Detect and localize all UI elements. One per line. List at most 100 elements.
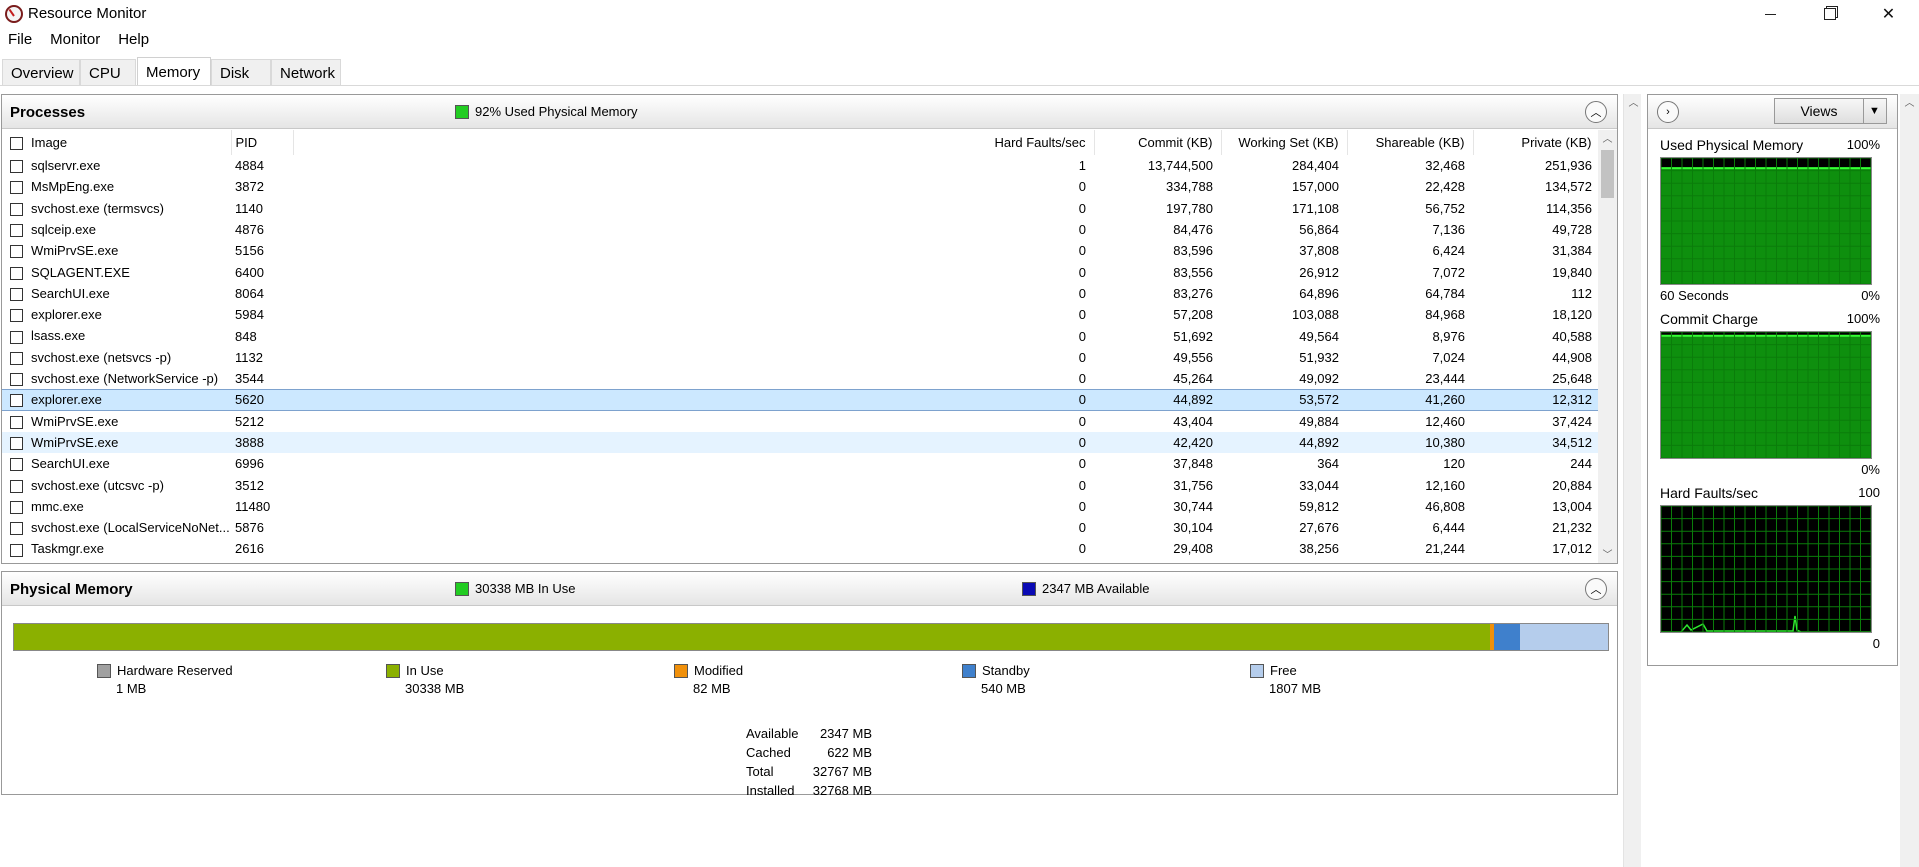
tab-memory[interactable]: Memory <box>137 57 211 85</box>
graphs-scroll-up-icon[interactable]: ︿ <box>1900 94 1919 111</box>
table-row[interactable]: svchost.exe (termsvcs) 1140 0 197,780 171,10… <box>2 198 1600 219</box>
restore-button[interactable] <box>1800 0 1859 28</box>
row-checkbox[interactable] <box>10 245 23 259</box>
tab-cpu[interactable]: CPU <box>80 59 136 85</box>
cell-image: sqlservr.exe <box>2 155 231 176</box>
table-row[interactable]: WmiPrvSE.exe 5212 0 43,404 49,884 12,460 37,42… <box>2 411 1600 432</box>
cell-image: Taskmgr.exe <box>2 538 231 559</box>
menu-file[interactable]: File <box>0 29 41 51</box>
row-checkbox[interactable] <box>10 181 23 195</box>
table-row[interactable]: MsMpEng.exe 3872 0 334,788 157,000 22,428 134,… <box>2 176 1600 197</box>
cell-pid: 3544 <box>235 370 264 386</box>
table-row[interactable]: svchost.exe (NetworkService -p) 3544 0 45,2… <box>2 368 1600 389</box>
table-row[interactable]: svchost.exe (netsvcs -p) 1132 0 49,556 51,93… <box>2 347 1600 368</box>
table-row[interactable]: WmiPrvSE.exe 3888 0 42,420 44,892 10,380 34,51… <box>2 431 1600 454</box>
table-row[interactable]: lsass.exe 848 0 51,692 49,564 8,976 40,588 <box>2 325 1600 346</box>
scroll-up-arrow-icon[interactable]: ︿ <box>1598 130 1617 147</box>
table-row[interactable]: explorer.exe 5984 0 57,208 103,088 84,968 18,1… <box>2 304 1600 325</box>
row-checkbox[interactable] <box>10 224 23 238</box>
row-checkbox[interactable] <box>10 287 23 301</box>
column-header-private[interactable]: Private (KB) <box>1473 130 1600 155</box>
cell-private: 34,512 <box>1473 431 1600 454</box>
cell-hard-faults: 0 <box>1078 477 1086 493</box>
row-checkbox[interactable] <box>10 202 23 216</box>
processes-header[interactable]: Processes 92% Used Physical Memory ︿ <box>2 95 1617 129</box>
cell-working-set: 59,812 <box>1299 498 1339 514</box>
cell-image: svchost.exe (LocalServiceNoNet... <box>2 517 231 538</box>
row-checkbox[interactable] <box>10 479 23 493</box>
column-header-image[interactable]: Image <box>2 130 232 155</box>
scrollbar-thumb[interactable] <box>1601 150 1614 198</box>
tab-network[interactable]: Network <box>271 59 341 85</box>
table-row[interactable]: SearchUI.exe 6996 0 37,848 364 120 244 <box>2 453 1600 474</box>
cell-hard-faults: 0 <box>1078 200 1086 216</box>
legend-value: 30338 MB <box>405 681 465 696</box>
cell-image: svchost.exe (NetworkService -p) <box>2 368 231 389</box>
row-checkbox[interactable] <box>10 415 23 429</box>
cell-working-set: 103,088 <box>1292 307 1339 323</box>
row-checkbox[interactable] <box>10 309 23 323</box>
close-button[interactable]: ✕ <box>1859 0 1918 28</box>
row-checkbox[interactable] <box>10 543 23 557</box>
graph-plot <box>1660 331 1872 459</box>
graph-plot <box>1660 157 1872 285</box>
table-row[interactable]: sqlservr.exe 4884 1 13,744,500 284,404 32,468… <box>2 155 1600 176</box>
row-checkbox[interactable] <box>10 372 23 386</box>
table-row[interactable]: svchost.exe (utcsvc -p) 3512 0 31,756 33,044… <box>2 474 1600 495</box>
column-header-shareable[interactable]: Shareable (KB) <box>1347 130 1474 155</box>
physical-memory-header[interactable]: Physical Memory 30338 MB In Use 2347 MB … <box>2 572 1617 606</box>
row-checkbox[interactable] <box>10 500 23 514</box>
cell-hard-faults: 0 <box>1078 498 1086 514</box>
menu-help[interactable]: Help <box>109 29 158 51</box>
row-checkbox[interactable] <box>10 458 23 472</box>
column-header-working-set[interactable]: Working Set (KB) <box>1221 130 1348 155</box>
row-checkbox[interactable] <box>10 437 23 451</box>
minimize-button[interactable] <box>1741 0 1800 28</box>
scroll-down-arrow-icon[interactable]: ﹀ <box>1598 546 1617 563</box>
table-row[interactable]: mmc.exe 11480 0 30,744 59,812 46,808 13,004 <box>2 496 1600 517</box>
cell-pid: 2616 <box>235 541 264 557</box>
select-all-checkbox[interactable] <box>10 137 23 151</box>
row-checkbox[interactable] <box>10 522 23 536</box>
chevron-right-icon[interactable]: › <box>1657 101 1679 123</box>
main-scroll-up-icon[interactable]: ︿ <box>1624 94 1643 111</box>
tab-disk[interactable]: Disk <box>211 59 271 85</box>
row-checkbox[interactable] <box>10 351 23 365</box>
row-checkbox[interactable] <box>10 330 23 344</box>
available-swatch <box>1022 581 1036 596</box>
processes-scrollbar[interactable]: ︿ ﹀ <box>1598 130 1617 563</box>
cell-commit: 42,420 <box>1094 431 1221 454</box>
column-header-hard-faults[interactable]: Hard Faults/sec <box>293 130 1095 155</box>
chevron-down-icon[interactable]: ▼ <box>1863 99 1885 123</box>
cell-commit: 84,476 <box>1173 222 1213 238</box>
collapse-processes-button[interactable]: ︿ <box>1585 101 1607 123</box>
views-button[interactable]: Views ▼ <box>1774 98 1887 124</box>
table-row[interactable]: explorer.exe 5620 0 44,892 53,572 41,260 12,31… <box>2 388 1600 412</box>
column-header-pid[interactable]: PID <box>231 130 294 155</box>
row-checkbox[interactable] <box>10 160 23 174</box>
table-row[interactable]: svchost.exe (LocalServiceNoNet... 5876 0 30… <box>2 517 1600 538</box>
cell-working-set: 26,912 <box>1299 264 1339 280</box>
cell-pid: 848 <box>235 328 257 344</box>
cell-private: 25,648 <box>1552 370 1592 386</box>
table-row[interactable]: sqlceip.exe 4876 0 84,476 56,864 7,136 49,728 <box>2 219 1600 240</box>
cell-working-set: 364 <box>1317 456 1339 472</box>
column-header-commit[interactable]: Commit (KB) <box>1094 130 1222 155</box>
row-checkbox[interactable] <box>10 266 23 280</box>
table-row[interactable]: SQLAGENT.EXE 6400 0 83,556 26,912 7,072 19,840 <box>2 261 1600 282</box>
legend-swatch <box>1250 663 1264 678</box>
row-checkbox[interactable] <box>10 394 23 408</box>
tab-overview[interactable]: Overview <box>2 59 80 85</box>
cell-image: svchost.exe (netsvcs -p) <box>2 347 231 368</box>
table-row[interactable]: Taskmgr.exe 2616 0 29,408 38,256 21,244 17,012 <box>2 538 1600 559</box>
cell-shareable: 21,244 <box>1425 541 1465 557</box>
main-scrollbar[interactable]: ︿ <box>1623 94 1641 867</box>
legend-swatch <box>674 663 688 678</box>
table-row[interactable]: WmiPrvSE.exe 5156 0 83,596 37,808 6,424 31,384 <box>2 240 1600 261</box>
graphs-scrollbar[interactable]: ︿ <box>1900 94 1919 867</box>
menu-monitor[interactable]: Monitor <box>41 29 109 51</box>
cell-working-set: 27,676 <box>1299 520 1339 536</box>
cell-private: 21,232 <box>1552 520 1592 536</box>
collapse-physical-memory-button[interactable]: ︿ <box>1585 578 1607 600</box>
table-row[interactable]: SearchUI.exe 8064 0 83,276 64,896 64,784 112 <box>2 283 1600 304</box>
